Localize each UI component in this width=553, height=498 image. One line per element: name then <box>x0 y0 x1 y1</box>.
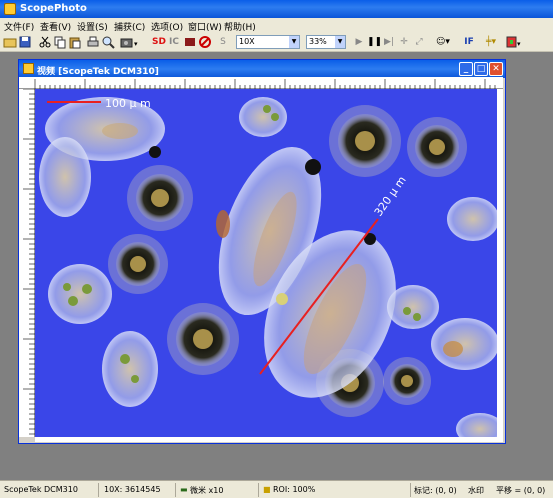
measure-label-1: 100 μ m <box>105 97 151 110</box>
crosshair-icon[interactable]: ✛ <box>397 35 411 49</box>
svg-text:▾: ▾ <box>517 40 521 48</box>
align-icon[interactable]: ╪▾ <box>482 35 500 49</box>
status-pan: 平移 = (0, 0) <box>496 486 546 495</box>
daphnia-cell <box>39 137 91 217</box>
status-separator <box>98 483 99 497</box>
copy-icon[interactable] <box>53 35 67 49</box>
zoom-icon[interactable] <box>101 35 115 49</box>
open-icon[interactable] <box>3 35 17 49</box>
paste-icon[interactable] <box>68 35 82 49</box>
status-unit-icon: ▬ <box>180 485 188 494</box>
ruler-bottom <box>35 437 503 442</box>
app-icon <box>4 3 16 15</box>
camera-icon[interactable]: ▾ <box>120 35 140 49</box>
daphnia-cell <box>431 318 497 370</box>
chevron-down-icon: ▼ <box>289 36 299 48</box>
status-separator <box>258 483 259 497</box>
app-titlebar: ScopePhoto <box>0 0 553 18</box>
status-roi-icon: ■ <box>263 485 271 494</box>
video-window-title: 视频 [ScopeTek DCM310] <box>37 67 159 77</box>
window-icon <box>23 63 34 74</box>
stop-icon[interactable] <box>198 35 212 49</box>
sd-button[interactable]: SD <box>150 35 168 49</box>
radiolarian-cell <box>407 117 467 177</box>
statusbar: ScopeTek DCM310 10X: 3614545 ▬ 微米 x10 ■ … <box>0 480 553 498</box>
play-icon[interactable]: ▶ <box>352 35 366 49</box>
close-button[interactable]: ✕ <box>489 62 503 76</box>
minimize-button[interactable]: _ <box>459 62 473 76</box>
color-icon[interactable]: ▾ <box>506 35 524 49</box>
daphnia-cell <box>102 331 158 407</box>
status-unit: 微米 x10 <box>190 486 224 495</box>
daphnia-cell <box>239 97 287 137</box>
status-roi: ROI: 100% <box>273 485 316 494</box>
ic-button[interactable]: IC <box>167 35 181 49</box>
radiolarian-cell <box>329 105 401 177</box>
objective-value: 10X <box>239 37 255 46</box>
s-button[interactable]: S <box>216 35 230 49</box>
toolbar: ▾ SD IC S 10X ▼ 33% ▼ ▶ ❚❚ ▶| ✛ ⤢ ☺▾ IF … <box>0 32 553 52</box>
app-title: ScopePhoto <box>20 3 87 14</box>
objective-select[interactable]: 10X ▼ <box>236 35 300 49</box>
smiley-icon[interactable]: ☺▾ <box>434 35 452 49</box>
ruler-left <box>19 88 35 437</box>
microscope-image[interactable]: 100 μ m 320 μ m <box>35 89 497 437</box>
ruler-top <box>19 77 503 89</box>
radiolarian-cell <box>167 303 239 375</box>
save-icon[interactable] <box>18 35 32 49</box>
radiolarian-cell <box>108 234 168 294</box>
maximize-button[interactable]: □ <box>474 62 488 76</box>
ruler-right <box>497 89 503 437</box>
status-watermark: 水印 <box>468 486 484 495</box>
radiolarian-cell <box>127 165 193 231</box>
print-icon[interactable] <box>86 35 100 49</box>
video-window-titlebar[interactable]: 视频 [ScopeTek DCM310] _ □ ✕ <box>19 60 505 78</box>
radiolarian-cell <box>383 357 431 405</box>
status-device: ScopeTek DCM310 <box>4 485 78 494</box>
daphnia-cell <box>48 264 112 324</box>
status-resolution: 10X: 3614545 <box>104 485 161 494</box>
status-mark: 标记: (0, 0) <box>414 486 457 495</box>
status-separator <box>410 483 411 497</box>
fullscreen-icon[interactable]: ⤢ <box>412 35 426 49</box>
status-separator <box>175 483 176 497</box>
daphnia-cell <box>447 197 497 241</box>
daphnia-cell <box>387 285 439 329</box>
cut-icon[interactable] <box>38 35 52 49</box>
svg-text:▾: ▾ <box>134 40 138 48</box>
zoom-value: 33% <box>309 37 327 46</box>
step-icon[interactable]: ▶| <box>382 35 396 49</box>
if-button[interactable]: IF <box>462 35 476 49</box>
menubar: 文件(F) 查看(V) 设置(S) 捕获(C) 选项(O) 窗口(W) 帮助(H… <box>0 18 553 33</box>
record-icon[interactable] <box>183 35 197 49</box>
chevron-down-icon: ▼ <box>335 36 345 48</box>
zoom-select[interactable]: 33% ▼ <box>306 35 346 49</box>
pause-icon[interactable]: ❚❚ <box>367 35 382 49</box>
